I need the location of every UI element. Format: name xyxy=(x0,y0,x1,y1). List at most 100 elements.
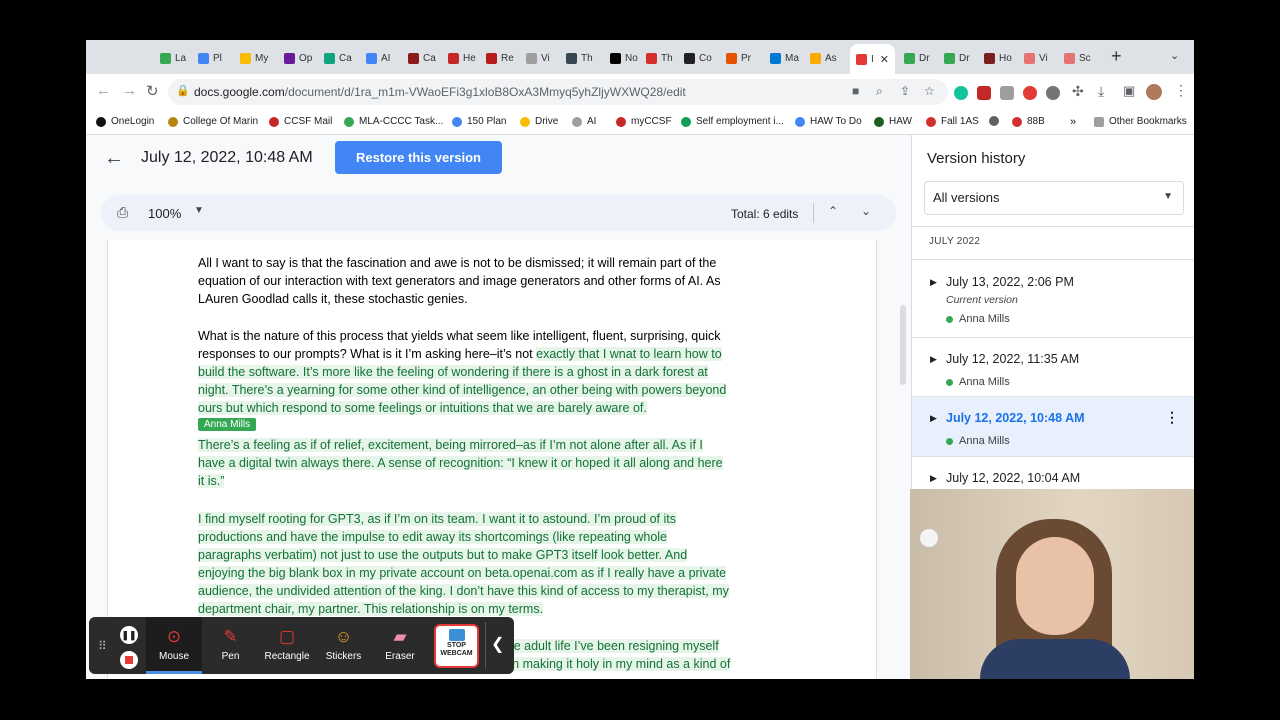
new-tab-button[interactable]: + xyxy=(1111,46,1122,67)
expand-caret-icon[interactable]: ▶ xyxy=(930,473,937,484)
back-nav-icon[interactable]: ← xyxy=(96,82,111,99)
browser-tab[interactable]: Vi xyxy=(526,48,550,68)
puzzle-extensions-icon[interactable]: ✣ xyxy=(1072,83,1084,100)
browser-tab[interactable]: Ca xyxy=(324,48,352,68)
version-entry[interactable]: ▶ July 12, 2022, 11:35 AM Anna Mills xyxy=(912,338,1194,396)
browser-tab[interactable]: La xyxy=(160,48,186,68)
bookmark-favicon-icon xyxy=(269,116,279,127)
browser-tab[interactable]: Vi xyxy=(1024,48,1048,68)
bookmark-item[interactable]: HAW xyxy=(874,116,912,127)
browser-tab[interactable]: He xyxy=(448,48,476,68)
browser-tab[interactable]: No xyxy=(610,48,638,68)
recorder-tool-rectangle[interactable]: ▢ Rectangle xyxy=(259,617,315,674)
expand-caret-icon[interactable]: ▶ xyxy=(930,413,937,424)
bookmark-star-icon[interactable]: ☆ xyxy=(924,84,935,98)
next-edit-icon[interactable]: ⌄ xyxy=(861,204,871,218)
zoom-icon[interactable]: ⌕ xyxy=(876,84,883,99)
extension-icon[interactable] xyxy=(1023,86,1037,100)
browser-tab[interactable]: Pr xyxy=(726,48,751,68)
browser-tab[interactable]: As xyxy=(810,48,837,68)
wordpress-extension-icon[interactable] xyxy=(1046,86,1060,100)
browser-tab[interactable]: Ma xyxy=(770,48,799,68)
bookmark-favicon-icon xyxy=(452,116,462,127)
divider xyxy=(912,226,1194,227)
original-text: What is the nature of this process that … xyxy=(198,329,721,343)
bookmark-item[interactable]: CCSF Mail xyxy=(269,116,332,127)
address-bar[interactable]: 🔒 docs.google.com/document/d/1ra_m1m-VWa… xyxy=(168,79,948,105)
forward-nav-icon[interactable]: → xyxy=(122,82,137,99)
version-entry[interactable]: ▶ July 13, 2022, 2:06 PM Current version An… xyxy=(912,261,1194,337)
tab-favicon-icon xyxy=(198,52,209,64)
camera-blocked-icon[interactable]: ■ xyxy=(852,84,859,98)
browser-tab[interactable]: Dr xyxy=(944,48,970,68)
extension-icon[interactable] xyxy=(1000,86,1014,100)
bookmark-label: HAW xyxy=(889,116,912,127)
browser-tab[interactable]: Sc xyxy=(1064,48,1091,68)
version-toolbar: ⎙ 100% ▼ Total: 6 edits ⌃ ⌄ xyxy=(101,195,896,231)
recorder-tool-pen[interactable]: ✎ Pen xyxy=(203,617,259,674)
extension-icon[interactable] xyxy=(977,86,991,100)
other-bookmarks-folder[interactable]: Other Bookmarks xyxy=(1094,116,1187,127)
recorder-tool-mouse[interactable]: ⊙ Mouse xyxy=(146,617,202,674)
bookmark-item[interactable]: myCCSF xyxy=(616,116,672,127)
close-tab-icon[interactable]: ✕ xyxy=(880,53,889,66)
profile-avatar[interactable] xyxy=(1146,84,1162,100)
browser-tab[interactable]: Th xyxy=(646,48,673,68)
webcam-overlay xyxy=(910,489,1194,679)
bookmark-item[interactable]: OneLogin xyxy=(96,116,154,127)
tab-favicon-icon xyxy=(1024,52,1035,64)
pause-recording-button[interactable]: ❚❚ xyxy=(120,626,138,644)
previous-edit-icon[interactable]: ⌃ xyxy=(828,204,838,218)
collapse-toolbar-icon[interactable]: ❮ xyxy=(491,634,504,654)
caret-down-icon[interactable]: ▼ xyxy=(194,205,204,216)
print-icon[interactable]: ⎙ xyxy=(117,204,128,221)
tab-favicon-icon xyxy=(646,52,657,64)
bookmark-item[interactable]: College Of Marin xyxy=(168,116,258,127)
author-color-dot xyxy=(946,315,953,323)
browser-tab[interactable]: Re xyxy=(486,48,514,68)
back-arrow-icon[interactable]: ← xyxy=(104,147,124,170)
document-line: All I want to say is that the fascinatio… xyxy=(198,254,716,272)
version-filter-select[interactable]: All versions ▼ xyxy=(924,181,1184,215)
more-actions-icon[interactable]: ⋮ xyxy=(1165,409,1179,426)
browser-tab[interactable]: Pl xyxy=(198,48,222,68)
sidebar-icon[interactable]: ▣ xyxy=(1123,83,1135,99)
bookmark-item[interactable]: Fall 1AS xyxy=(926,116,979,127)
grammarly-extension-icon[interactable] xyxy=(954,86,968,100)
browser-tab[interactable]: Co xyxy=(684,48,712,68)
bookmark-item[interactable]: MLA-CCCC Task... xyxy=(344,116,443,127)
drag-grip-icon[interactable]: ⠿ xyxy=(98,639,107,653)
browser-tab[interactable]: My xyxy=(240,48,268,68)
document-scrollbar[interactable] xyxy=(900,305,906,385)
bookmark-item[interactable]: Self employment i... xyxy=(681,116,784,127)
bookmark-item[interactable]: 88B xyxy=(1012,116,1045,127)
reload-icon[interactable]: ↻ xyxy=(146,82,159,100)
browser-tab[interactable]: Ca xyxy=(408,48,436,68)
browser-tab[interactable]: Dr xyxy=(904,48,930,68)
menu-kebab-icon[interactable]: ⋮ xyxy=(1174,82,1188,99)
bookmark-item[interactable]: 150 Plan xyxy=(452,116,506,127)
tab-search-icon[interactable]: ⌄ xyxy=(1170,49,1179,62)
bookmark-favicon-icon xyxy=(616,116,626,127)
zoom-select[interactable]: 100% xyxy=(148,206,181,221)
bookmarks-overflow-icon[interactable]: » xyxy=(1070,116,1076,128)
bookmark-item[interactable] xyxy=(989,116,1004,126)
expand-caret-icon[interactable]: ▶ xyxy=(930,354,937,365)
download-icon[interactable]: ⤓ xyxy=(1098,83,1104,100)
bookmark-item[interactable]: AI xyxy=(572,116,596,127)
browser-tab[interactable]: AI xyxy=(366,48,390,68)
recorder-tool-eraser[interactable]: ▰ Eraser xyxy=(372,617,428,674)
browser-tab[interactable]: Op xyxy=(284,48,312,68)
browser-tab[interactable]: Th xyxy=(566,48,593,68)
browser-tab[interactable]: I ✕ xyxy=(850,44,895,74)
share-icon[interactable]: ⇪ xyxy=(900,84,910,98)
browser-tab[interactable]: Ho xyxy=(984,48,1012,68)
expand-caret-icon[interactable]: ▶ xyxy=(930,277,937,288)
stop-recording-button[interactable] xyxy=(120,651,138,669)
bookmark-item[interactable]: HAW To Do xyxy=(795,116,862,127)
recorder-tool-stickers[interactable]: ☺ Stickers xyxy=(316,617,372,674)
bookmark-item[interactable]: Drive xyxy=(520,116,558,127)
version-entry[interactable]: ▶ July 12, 2022, 10:48 AM Anna Mills ⋮ xyxy=(912,397,1194,456)
restore-version-button[interactable]: Restore this version xyxy=(335,141,502,174)
stop-webcam-button[interactable]: STOP WEBCAM xyxy=(434,624,479,668)
